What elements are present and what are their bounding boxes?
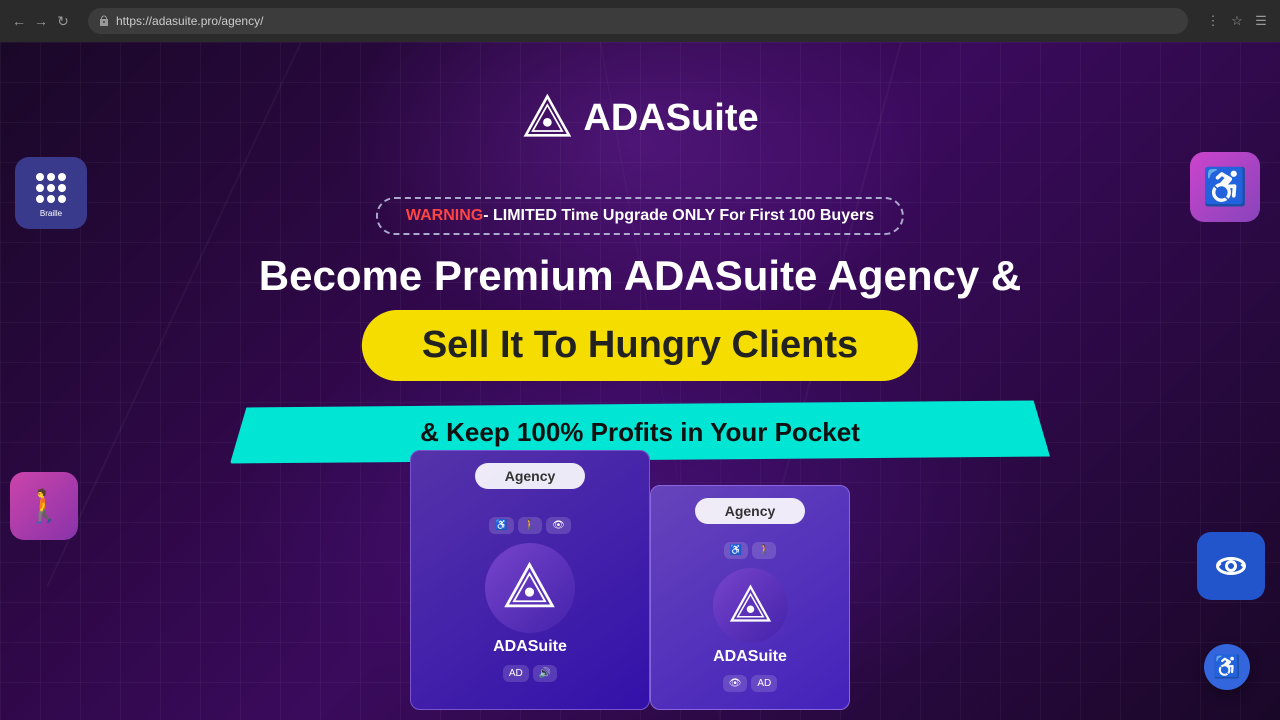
logo-text: ADASuite bbox=[583, 97, 758, 140]
warning-body: - LIMITED Time Upgrade ONLY For First 10… bbox=[483, 207, 874, 224]
headline-1: Become Premium ADASuite Agency & bbox=[259, 252, 1021, 300]
page-content: Braille ♿ 🚶 ADASuite WARNING- LIMITED bbox=[0, 42, 1280, 720]
product-boxes-container: Agency ♿ 🚶 👁 ADAS bbox=[410, 450, 870, 720]
dot bbox=[58, 184, 66, 192]
box-1-logo-svg bbox=[502, 560, 557, 615]
dot bbox=[47, 173, 55, 181]
forward-button[interactable]: → bbox=[32, 12, 50, 30]
walking-symbol: 🚶 bbox=[24, 487, 64, 525]
bookmark-button[interactable]: ☆ bbox=[1228, 12, 1246, 30]
box-2-icon-walking: 🚶 bbox=[752, 542, 776, 559]
refresh-button[interactable]: ↻ bbox=[54, 12, 72, 30]
box-icon-wheelchair: ♿ bbox=[489, 517, 513, 534]
box-1-logo-circle bbox=[485, 543, 575, 633]
box-2-icon-wheelchair: ♿ bbox=[724, 542, 748, 559]
dot bbox=[58, 195, 66, 203]
box-icon-sound: 🔊 bbox=[533, 665, 557, 682]
accessibility-fab-button[interactable]: ♿ bbox=[1204, 644, 1250, 690]
box-2-icon-ad: AD bbox=[751, 675, 777, 692]
warning-prefix: WARNING bbox=[406, 207, 483, 224]
lock-icon bbox=[98, 15, 110, 27]
box-2-logo-svg bbox=[728, 583, 773, 628]
box-1-logo-area: ♿ 🚶 👁 ADASuite AD bbox=[479, 489, 581, 709]
address-bar[interactable]: https://adasuite.pro/agency/ bbox=[88, 8, 1188, 34]
box-1-logo-text: ADASuite bbox=[493, 638, 567, 656]
accessibility-symbol: ♿ bbox=[1213, 654, 1240, 680]
cta-yellow-button[interactable]: Sell It To Hungry Clients bbox=[362, 310, 918, 381]
box-2-icon-eye: 👁 bbox=[723, 675, 748, 692]
braille-dots bbox=[32, 169, 70, 207]
box-2-top-icons: ♿ 🚶 bbox=[714, 538, 787, 563]
browser-nav-buttons: ← → ↻ bbox=[10, 12, 72, 30]
warning-text: WARNING- LIMITED Time Upgrade ONLY For F… bbox=[406, 207, 874, 224]
braille-label: Braille bbox=[40, 209, 62, 218]
box-1-bottom-icons: AD 🔊 bbox=[493, 661, 567, 686]
box-2-bottom-icons: 👁 AD bbox=[713, 671, 788, 696]
box-2-label: Agency bbox=[695, 498, 806, 524]
eye-svg bbox=[1213, 548, 1249, 584]
box-visual-2: Agency ♿ 🚶 ADASuite bbox=[650, 485, 850, 710]
dot bbox=[36, 184, 44, 192]
product-box-1: Agency ♿ 🚶 👁 ADAS bbox=[410, 450, 670, 720]
wheelchair-symbol: ♿ bbox=[1203, 166, 1248, 208]
browser-chrome: ← → ↻ https://adasuite.pro/agency/ ⋮ ☆ ☰ bbox=[0, 0, 1280, 42]
box-1-label: Agency bbox=[475, 463, 586, 489]
box-1-top-icons: ♿ 🚶 👁 bbox=[479, 513, 581, 538]
logo-icon bbox=[521, 92, 573, 144]
wheelchair-icon-tile: ♿ bbox=[1190, 152, 1260, 222]
dot bbox=[47, 184, 55, 192]
walking-person-icon-tile: 🚶 bbox=[10, 472, 78, 540]
box-icon-eye: 👁 bbox=[546, 517, 571, 534]
back-button[interactable]: ← bbox=[10, 12, 28, 30]
browser-action-buttons: ⋮ ☆ ☰ bbox=[1204, 12, 1270, 30]
box-2-logo-text: ADASuite bbox=[713, 648, 787, 666]
warning-badge: WARNING- LIMITED Time Upgrade ONLY For F… bbox=[376, 197, 904, 235]
cyan-text: & Keep 100% Profits in Your Pocket bbox=[420, 417, 860, 448]
logo-ada: ADA bbox=[583, 97, 665, 139]
logo-suite: Suite bbox=[666, 97, 759, 139]
braille-icon-tile: Braille bbox=[15, 157, 87, 229]
dot bbox=[47, 195, 55, 203]
logo-area: ADASuite bbox=[521, 92, 758, 144]
dot bbox=[36, 195, 44, 203]
url-text: https://adasuite.pro/agency/ bbox=[116, 14, 263, 28]
box-2-logo-circle bbox=[713, 568, 788, 643]
menu-button[interactable]: ☰ bbox=[1252, 12, 1270, 30]
extensions-button[interactable]: ⋮ bbox=[1204, 12, 1222, 30]
box-icon-walking: 🚶 bbox=[518, 517, 542, 534]
eye-icon-tile bbox=[1197, 532, 1265, 600]
product-box-2: Agency ♿ 🚶 ADASuite bbox=[650, 485, 870, 720]
box-icon-ad: AD bbox=[503, 665, 529, 682]
dot bbox=[36, 173, 44, 181]
box-2-logo-area: ♿ 🚶 ADASuite 👁 AD bbox=[713, 524, 788, 709]
box-visual-1: Agency ♿ 🚶 👁 ADAS bbox=[410, 450, 650, 710]
dot bbox=[58, 173, 66, 181]
